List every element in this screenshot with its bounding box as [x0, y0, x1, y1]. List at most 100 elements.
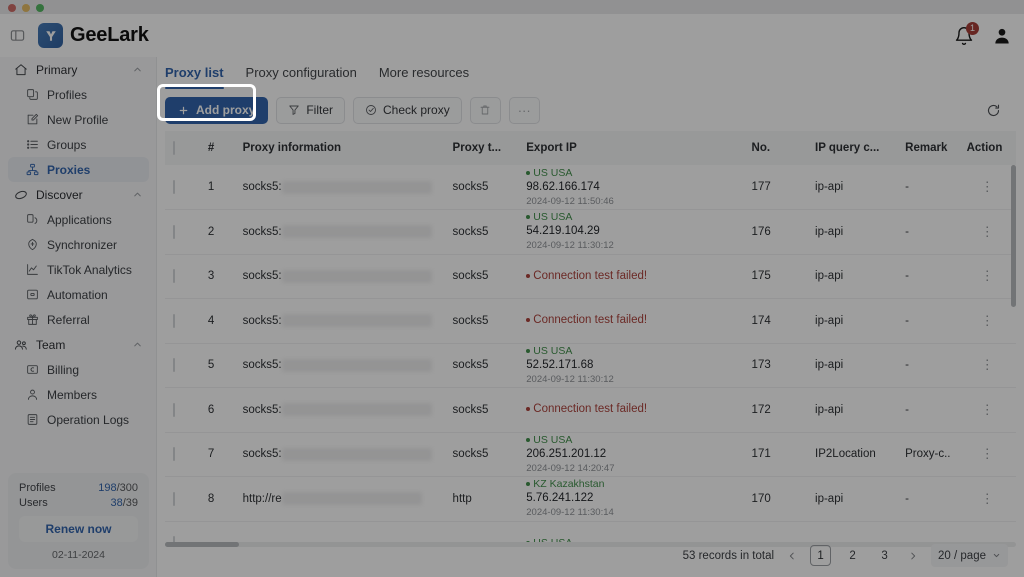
kebab-menu-icon[interactable]: ⋮ — [967, 317, 1008, 325]
delete-button[interactable] — [470, 97, 501, 124]
proxy-table-scroll[interactable]: # Proxy information Proxy t... Export IP… — [165, 131, 1016, 543]
row-no: 174 — [744, 299, 807, 344]
kebab-menu-icon[interactable]: ⋮ — [967, 361, 1008, 369]
table-row[interactable]: 2 socks5: socks5 US USA 54.219.104.29 20… — [165, 210, 1016, 255]
row-proxy-type: socks5 — [445, 299, 519, 344]
refresh-button[interactable] — [982, 99, 1004, 121]
select-all-checkbox[interactable] — [173, 141, 175, 155]
row-checkbox[interactable] — [173, 358, 175, 372]
row-action-cell: ⋮ — [959, 432, 1016, 477]
page-button-1[interactable]: 1 — [810, 545, 831, 566]
column-header-action[interactable]: Action — [959, 131, 1016, 165]
tab-more-resources[interactable]: More resources — [379, 57, 469, 87]
table-row[interactable]: 4 socks5: socks5 Connection test failed!… — [165, 299, 1016, 344]
kebab-menu-icon[interactable]: ⋮ — [967, 406, 1008, 414]
kebab-menu-icon[interactable]: ⋮ — [967, 183, 1008, 191]
row-checkbox[interactable] — [173, 314, 175, 328]
column-header-proxy-type[interactable]: Proxy t... — [445, 131, 519, 165]
table-row[interactable]: US USA — [165, 521, 1016, 543]
sidebar-item-tiktok-analytics[interactable]: TikTok Analytics — [8, 257, 149, 282]
row-checkbox-cell — [165, 388, 200, 433]
row-remark: Proxy-c.. — [897, 432, 958, 477]
notifications-button[interactable]: 1 — [954, 26, 974, 46]
sidebar-item-profiles[interactable]: Profiles — [8, 82, 149, 107]
kebab-menu-icon[interactable]: ⋮ — [967, 450, 1008, 458]
row-checkbox[interactable] — [173, 225, 175, 239]
row-checkbox-cell — [165, 299, 200, 344]
page-button-3[interactable]: 3 — [874, 545, 895, 566]
row-index: 1 — [200, 165, 235, 210]
sidebar-item-applications[interactable]: Applications — [8, 207, 149, 232]
row-index: 3 — [200, 254, 235, 299]
page-button-2[interactable]: 2 — [842, 545, 863, 566]
row-checkbox-cell — [165, 521, 200, 543]
table-row[interactable]: 1 socks5: socks5 US USA 98.62.166.174 20… — [165, 165, 1016, 210]
panel-toggle-icon[interactable] — [9, 27, 26, 44]
row-proxy-type: socks5 — [445, 210, 519, 255]
table-horizontal-scrollbar-thumb[interactable] — [165, 542, 239, 547]
add-proxy-button[interactable]: Add proxy — [165, 97, 268, 124]
ellipsis-icon: ··· — [518, 104, 531, 117]
row-checkbox[interactable] — [173, 447, 175, 461]
column-header-export-ip[interactable]: Export IP — [518, 131, 743, 165]
table-row[interactable]: 7 socks5: socks5 US USA 206.251.201.12 2… — [165, 432, 1016, 477]
row-proxy-type: socks5 — [445, 343, 519, 388]
row-ip-query-channel: ip-api — [807, 299, 897, 344]
select-all-header — [165, 131, 200, 165]
table-row[interactable]: 6 socks5: socks5 Connection test failed!… — [165, 388, 1016, 433]
tab-proxy-configuration[interactable]: Proxy configuration — [246, 57, 357, 87]
row-no: 170 — [744, 477, 807, 522]
chevron-left-icon[interactable] — [785, 551, 799, 561]
maximize-window-button[interactable] — [36, 4, 44, 12]
row-ip-query-channel: IP2Location — [807, 432, 897, 477]
kebab-menu-icon[interactable]: ⋮ — [967, 228, 1008, 236]
page-size-select[interactable]: 20 / page — [931, 544, 1008, 567]
filter-button[interactable]: Filter — [276, 97, 345, 124]
close-window-button[interactable] — [8, 4, 16, 12]
sidebar-item-operation-logs[interactable]: Operation Logs — [8, 407, 149, 432]
row-proxy-type — [445, 521, 519, 543]
sidebar-group-discover[interactable]: Discover — [8, 182, 149, 207]
minimize-window-button[interactable] — [22, 4, 30, 12]
sidebar-item-proxies[interactable]: Proxies — [8, 157, 149, 182]
kebab-menu-icon[interactable]: ⋮ — [967, 272, 1008, 280]
row-checkbox[interactable] — [173, 180, 175, 194]
row-checkbox-cell — [165, 254, 200, 299]
row-action-cell: ⋮ — [959, 254, 1016, 299]
table-row[interactable]: 5 socks5: socks5 US USA 52.52.171.68 202… — [165, 343, 1016, 388]
row-checkbox[interactable] — [173, 269, 175, 283]
row-proxy-information: socks5: — [235, 343, 445, 388]
column-header-proxy-information[interactable]: Proxy information — [235, 131, 445, 165]
app-header: GeeLark 1 — [0, 14, 1024, 57]
discover-icon — [14, 187, 29, 202]
column-header-index[interactable]: # — [200, 131, 235, 165]
sidebar-item-groups[interactable]: Groups — [8, 132, 149, 157]
sidebar-group-team[interactable]: Team — [8, 332, 149, 357]
sidebar-item-synchronizer[interactable]: Synchronizer — [8, 232, 149, 257]
more-actions-button[interactable]: ··· — [509, 97, 540, 124]
sidebar-group-primary[interactable]: Primary — [8, 57, 149, 82]
row-proxy-type: socks5 — [445, 254, 519, 299]
sidebar-item-automation[interactable]: Automation — [8, 282, 149, 307]
row-checkbox[interactable] — [173, 403, 175, 417]
tab-proxy-list[interactable]: Proxy list — [165, 57, 224, 87]
sidebar-item-members[interactable]: Members — [8, 382, 149, 407]
kebab-menu-icon[interactable]: ⋮ — [967, 495, 1008, 503]
sidebar-item-referral[interactable]: Referral — [8, 307, 149, 332]
column-header-ip-query-channel[interactable]: IP query c... — [807, 131, 897, 165]
row-ip-query-channel: ip-api — [807, 254, 897, 299]
chevron-right-icon[interactable] — [906, 551, 920, 561]
row-proxy-information: http://re — [235, 477, 445, 522]
column-header-no[interactable]: No. — [744, 131, 807, 165]
table-row[interactable]: 8 http://re http KZ Kazakhstan 5.76.241.… — [165, 477, 1016, 522]
user-avatar-icon[interactable] — [992, 26, 1012, 46]
check-proxy-button[interactable]: Check proxy — [353, 97, 462, 124]
sidebar-item-new-profile[interactable]: New Profile — [8, 107, 149, 132]
renew-now-button[interactable]: Renew now — [19, 516, 138, 542]
redacted-proxy-value — [282, 448, 432, 461]
column-header-remark[interactable]: Remark — [897, 131, 958, 165]
table-row[interactable]: 3 socks5: socks5 Connection test failed!… — [165, 254, 1016, 299]
row-checkbox[interactable] — [173, 492, 175, 506]
table-vertical-scrollbar[interactable] — [1011, 165, 1016, 307]
sidebar-item-billing[interactable]: Billing — [8, 357, 149, 382]
